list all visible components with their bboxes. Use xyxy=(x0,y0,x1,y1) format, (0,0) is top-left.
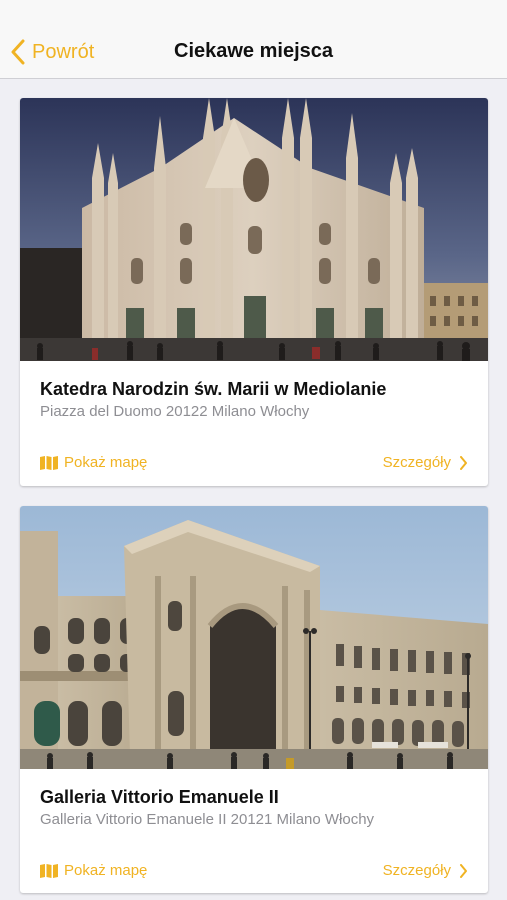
map-icon xyxy=(40,863,58,878)
place-title: Galleria Vittorio Emanuele II xyxy=(40,787,279,807)
show-map-button[interactable]: Pokaż mapę xyxy=(40,862,147,879)
navigation-bar: Powrót Ciekawe miejsca xyxy=(0,0,507,79)
place-photo xyxy=(20,506,488,769)
place-address: Galleria Vittorio Emanuele II 20121 Mila… xyxy=(40,811,375,828)
place-card: Katedra Narodzin św. Marii w Mediolanie … xyxy=(20,98,488,486)
chevron-right-icon xyxy=(460,455,467,470)
place-photo xyxy=(20,98,488,361)
details-label: Szczegóły xyxy=(382,454,451,471)
chevron-right-icon xyxy=(460,863,467,878)
show-map-label: Pokaż mapę xyxy=(64,862,148,879)
place-card: Galleria Vittorio Emanuele II Galleria V… xyxy=(20,506,488,893)
details-label: Szczegóły xyxy=(382,862,451,879)
page-title: Ciekawe miejsca xyxy=(174,40,333,62)
map-icon xyxy=(40,455,58,470)
place-title: Katedra Narodzin św. Marii w Mediolanie xyxy=(40,379,387,399)
place-address: Piazza del Duomo 20122 Milano Włochy xyxy=(40,403,310,420)
details-button[interactable]: Szczegóły xyxy=(383,862,468,879)
show-map-label: Pokaż mapę xyxy=(64,454,148,471)
details-button[interactable]: Szczegóły xyxy=(383,454,468,471)
show-map-button[interactable]: Pokaż mapę xyxy=(40,454,147,471)
